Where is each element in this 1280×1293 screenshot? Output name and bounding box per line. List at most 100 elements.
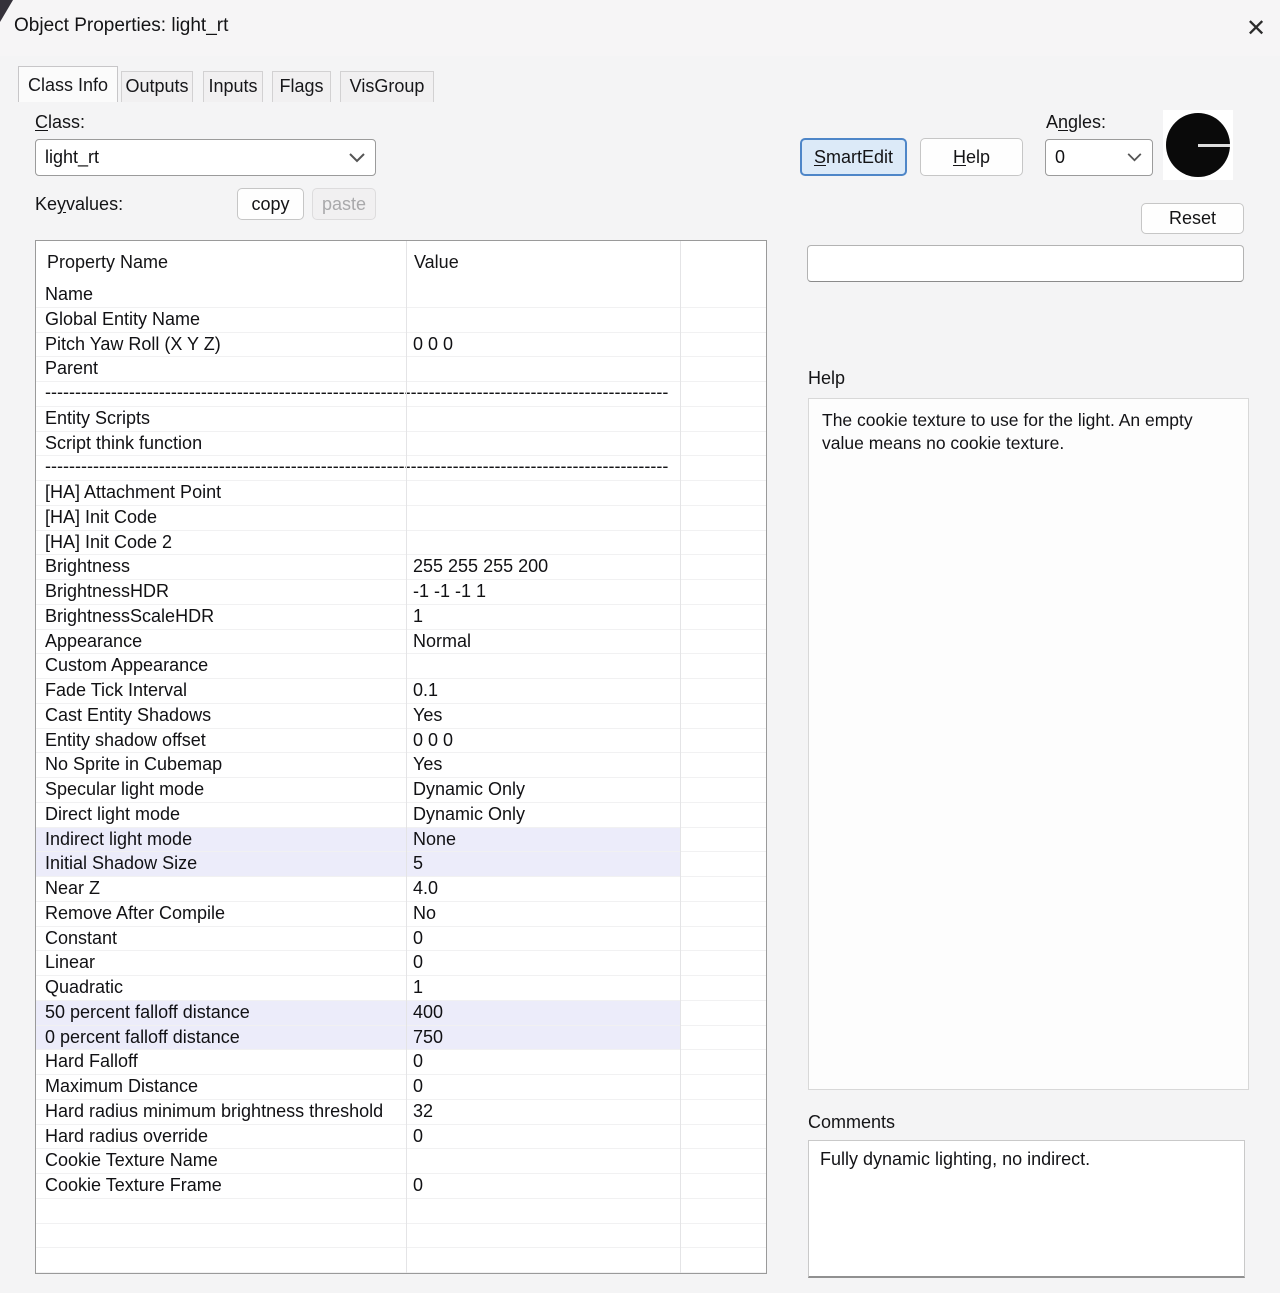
table-row[interactable]: Quadratic1 [36, 976, 766, 1001]
table-row[interactable]: Indirect light modeNone [36, 828, 766, 853]
property-name-cell[interactable]: Near Z [36, 877, 406, 901]
table-row[interactable]: BrightnessScaleHDR1 [36, 605, 766, 630]
property-name-cell[interactable]: [HA] Init Code 2 [36, 531, 406, 555]
smartedit-button[interactable]: SmartEdit [800, 138, 907, 176]
table-row[interactable] [36, 1199, 766, 1224]
property-value-cell[interactable] [406, 1248, 680, 1272]
property-name-cell[interactable]: BrightnessScaleHDR [36, 605, 406, 629]
table-row[interactable]: [HA] Attachment Point [36, 481, 766, 506]
table-row[interactable]: 50 percent falloff distance400 [36, 1001, 766, 1026]
table-row[interactable]: 0 percent falloff distance750 [36, 1026, 766, 1051]
property-value-cell[interactable]: -1 -1 -1 1 [406, 580, 680, 604]
property-name-cell[interactable]: Hard radius minimum brightness threshold [36, 1100, 406, 1124]
property-value-cell[interactable]: 1 [406, 605, 680, 629]
property-name-cell[interactable]: Direct light mode [36, 803, 406, 827]
angles-dial[interactable] [1163, 110, 1233, 180]
property-value-cell[interactable]: 750 [406, 1026, 680, 1050]
property-value-cell[interactable] [406, 357, 680, 381]
table-row[interactable]: BrightnessHDR-1 -1 -1 1 [36, 580, 766, 605]
tab-visgroup[interactable]: VisGroup [340, 71, 434, 102]
property-value-cell[interactable]: 400 [406, 1001, 680, 1025]
property-value-cell[interactable]: 0 [406, 951, 680, 975]
table-row[interactable]: [HA] Init Code [36, 506, 766, 531]
property-value-cell[interactable] [406, 481, 680, 505]
table-row[interactable]: Global Entity Name [36, 308, 766, 333]
property-value-cell[interactable] [406, 1149, 680, 1173]
property-name-cell[interactable] [36, 1224, 406, 1248]
property-name-cell[interactable]: Linear [36, 951, 406, 975]
table-row[interactable]: Entity Scripts [36, 407, 766, 432]
table-separator-row[interactable]: ----------------------------------------… [36, 382, 766, 407]
property-name-cell[interactable]: [HA] Init Code [36, 506, 406, 530]
table-row[interactable] [36, 1224, 766, 1249]
table-row[interactable]: Initial Shadow Size5 [36, 852, 766, 877]
property-value-cell[interactable]: 0 0 0 [406, 729, 680, 753]
property-value-cell[interactable]: Dynamic Only [406, 803, 680, 827]
property-name-cell[interactable]: 50 percent falloff distance [36, 1001, 406, 1025]
property-value-cell[interactable] [406, 1199, 680, 1223]
property-name-cell[interactable]: Cast Entity Shadows [36, 704, 406, 728]
table-row[interactable]: Near Z4.0 [36, 877, 766, 902]
property-value-cell[interactable]: 0 [406, 1174, 680, 1198]
tab-flags[interactable]: Flags [272, 71, 331, 102]
property-name-cell[interactable]: Cookie Texture Name [36, 1149, 406, 1173]
table-row[interactable]: Direct light modeDynamic Only [36, 803, 766, 828]
property-value-cell[interactable] [406, 531, 680, 555]
property-name-cell[interactable]: Pitch Yaw Roll (X Y Z) [36, 333, 406, 357]
property-name-cell[interactable]: No Sprite in Cubemap [36, 753, 406, 777]
property-value-cell[interactable]: 0 [406, 927, 680, 951]
property-name-cell[interactable]: Remove After Compile [36, 902, 406, 926]
property-value-cell[interactable] [406, 283, 680, 307]
table-row[interactable]: Cast Entity ShadowsYes [36, 704, 766, 729]
property-value-cell[interactable]: None [406, 828, 680, 852]
property-name-cell[interactable]: Fade Tick Interval [36, 679, 406, 703]
property-name-cell[interactable]: Hard Falloff [36, 1050, 406, 1074]
table-row[interactable]: Hard radius override0 [36, 1125, 766, 1150]
property-name-cell[interactable]: Hard radius override [36, 1125, 406, 1149]
property-value-cell[interactable]: 1 [406, 976, 680, 1000]
table-row[interactable]: Specular light modeDynamic Only [36, 778, 766, 803]
filter-input[interactable] [807, 245, 1244, 282]
property-value-cell[interactable]: Dynamic Only [406, 778, 680, 802]
property-value-cell[interactable]: 0.1 [406, 679, 680, 703]
table-row[interactable]: [HA] Init Code 2 [36, 531, 766, 556]
property-name-cell[interactable]: 0 percent falloff distance [36, 1026, 406, 1050]
table-row[interactable]: Cookie Texture Name [36, 1149, 766, 1174]
property-name-cell[interactable]: Brightness [36, 555, 406, 579]
property-name-cell[interactable]: Name [36, 283, 406, 307]
copy-button[interactable]: copy [237, 188, 304, 220]
table-row[interactable]: Pitch Yaw Roll (X Y Z)0 0 0 [36, 333, 766, 358]
table-row[interactable]: Name [36, 283, 766, 308]
table-row[interactable]: Script think function [36, 432, 766, 457]
property-name-cell[interactable]: Constant [36, 927, 406, 951]
property-value-cell[interactable] [406, 506, 680, 530]
property-name-cell[interactable]: Specular light mode [36, 778, 406, 802]
property-name-cell[interactable]: Entity Scripts [36, 407, 406, 431]
property-name-cell[interactable]: Indirect light mode [36, 828, 406, 852]
property-name-cell[interactable]: BrightnessHDR [36, 580, 406, 604]
property-value-cell[interactable] [406, 654, 680, 678]
property-name-cell[interactable]: Quadratic [36, 976, 406, 1000]
property-name-cell[interactable]: Maximum Distance [36, 1075, 406, 1099]
property-name-cell[interactable]: [HA] Attachment Point [36, 481, 406, 505]
property-value-cell[interactable] [406, 407, 680, 431]
table-row[interactable]: Brightness255 255 255 200 [36, 555, 766, 580]
table-row[interactable]: Linear0 [36, 951, 766, 976]
property-value-cell[interactable] [406, 432, 680, 456]
table-row[interactable]: Cookie Texture Frame0 [36, 1174, 766, 1199]
table-row[interactable]: Maximum Distance0 [36, 1075, 766, 1100]
angles-dropdown[interactable]: 0 [1045, 139, 1153, 176]
table-row[interactable]: No Sprite in CubemapYes [36, 753, 766, 778]
table-row[interactable]: AppearanceNormal [36, 630, 766, 655]
property-value-cell[interactable]: Normal [406, 630, 680, 654]
property-value-cell[interactable]: 5 [406, 852, 680, 876]
close-icon[interactable]: ✕ [1238, 10, 1274, 46]
table-row[interactable]: Constant0 [36, 927, 766, 952]
tab-class-info[interactable]: Class Info [18, 66, 118, 102]
table-row[interactable]: Remove After CompileNo [36, 902, 766, 927]
property-value-cell[interactable] [406, 1224, 680, 1248]
tab-outputs[interactable]: Outputs [121, 71, 193, 102]
property-value-cell[interactable] [406, 308, 680, 332]
table-separator-row[interactable]: ----------------------------------------… [36, 456, 766, 481]
column-divider[interactable] [680, 241, 681, 1273]
